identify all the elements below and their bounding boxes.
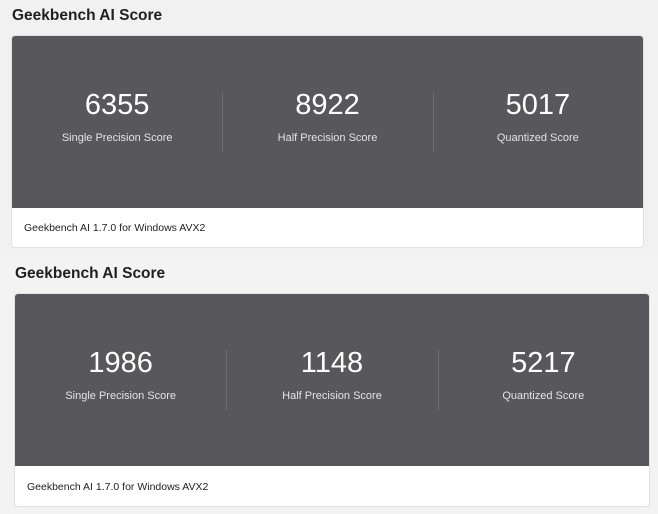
score-label: Single Precision Score [61,132,173,144]
score-card: 1986 Single Precision Score 1148 Half Pr… [15,294,649,506]
section-title: Geekbench AI Score [15,265,166,282]
score-label: Quantized Score [496,132,579,144]
version-footer: Geekbench AI 1.7.0 for Windows AVX2 [24,222,206,234]
score-label: Quantized Score [502,390,585,402]
score-value: 5217 [511,347,576,379]
score-value: 1148 [300,347,364,379]
score-label: Single Precision Score [65,390,176,402]
single-precision-score: 1986 Single Precision Score [15,294,226,466]
score-area: 1986 Single Precision Score 1148 Half Pr… [15,294,649,466]
version-footer: Geekbench AI 1.7.0 for Windows AVX2 [27,481,209,493]
half-precision-score: 8922 Half Precision Score [222,36,432,208]
single-precision-score: 6355 Single Precision Score [12,36,222,208]
score-value: 1986 [88,347,153,379]
score-card: 6355 Single Precision Score 8922 Half Pr… [12,36,643,247]
quantized-score: 5017 Quantized Score [432,36,643,208]
score-area: 6355 Single Precision Score 8922 Half Pr… [12,36,643,208]
result-panel-1: Geekbench AI Score 6355 Single Precision… [0,0,658,257]
half-precision-score: 1148 Half Precision Score [226,294,437,466]
score-label: Half Precision Score [282,390,382,402]
score-value: 6355 [84,89,150,121]
section-title: Geekbench AI Score [12,7,163,24]
score-value: 5017 [505,89,571,121]
quantized-score: 5217 Quantized Score [437,294,649,466]
score-value: 8922 [295,89,360,121]
result-panel-2: Geekbench AI Score 1986 Single Precision… [0,257,658,514]
score-label: Half Precision Score [277,132,378,144]
